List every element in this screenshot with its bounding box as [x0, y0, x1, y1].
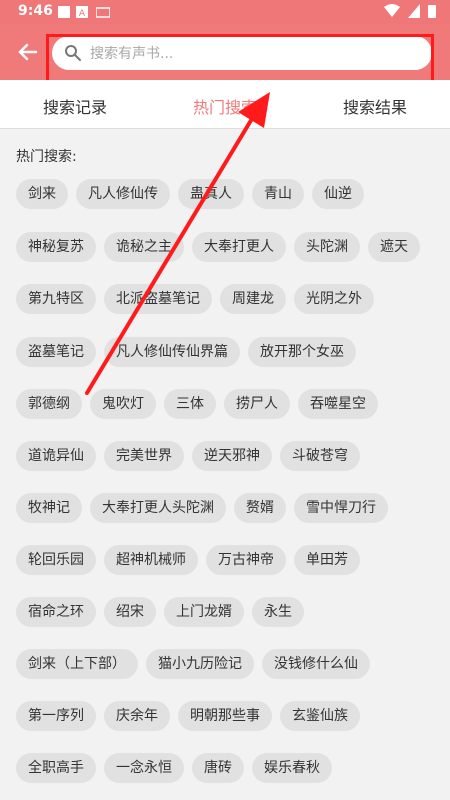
battery-icon [428, 5, 436, 18]
hot-search-chip[interactable]: 第九特区 [16, 284, 96, 314]
hot-search-chip[interactable]: 大奉打更人 [192, 232, 286, 262]
hot-search-chip[interactable]: 庆余年 [104, 701, 170, 731]
hot-search-chip[interactable]: 明朝那些事 [178, 701, 272, 731]
hot-search-chip[interactable]: 上门龙婿 [164, 597, 244, 627]
hot-search-chip[interactable]: 宿命之环 [16, 597, 96, 627]
hot-search-chip[interactable]: 逆天邪神 [192, 441, 272, 471]
hot-search-chip[interactable]: 没钱修什么仙 [262, 649, 370, 679]
hot-search-chip[interactable]: 青山 [252, 179, 304, 209]
tab-search-results[interactable]: 搜索结果 [343, 94, 407, 118]
hot-search-chip[interactable]: 三体 [164, 389, 216, 419]
hot-search-chip[interactable]: 万古神帝 [206, 545, 286, 575]
wifi-icon [384, 4, 400, 17]
status-time: 9:46 [18, 3, 53, 19]
hot-search-chip[interactable]: 单田芳 [294, 545, 360, 575]
hot-search-chip[interactable]: 盗墓笔记 [16, 337, 96, 367]
hot-search-chip[interactable]: 赘婿 [234, 493, 286, 523]
hot-search-chip[interactable]: 全职高手 [16, 753, 96, 783]
hot-search-chip[interactable]: 捞尸人 [224, 389, 290, 419]
hot-search-chip[interactable]: 绍宋 [104, 597, 156, 627]
hot-search-chip[interactable]: 道诡异仙 [16, 441, 96, 471]
signal-icon [408, 4, 420, 18]
hot-search-chip[interactable]: 唐砖 [192, 753, 244, 783]
hot-search-chip[interactable]: 一念永恒 [104, 753, 184, 783]
hot-search-chip[interactable]: 牧神记 [16, 493, 82, 523]
hot-search-chip[interactable]: 剑来（上下部） [16, 649, 138, 679]
hot-search-chip[interactable]: 神秘复苏 [16, 232, 96, 262]
hot-search-chip[interactable]: 放开那个女巫 [248, 337, 356, 367]
hot-search-chip[interactable]: 仙逆 [312, 179, 364, 209]
keyboard-icon [96, 7, 110, 18]
search-input[interactable] [88, 41, 412, 67]
text-app-icon: A [76, 6, 88, 18]
hot-search-chip[interactable]: 凡人修仙传仙界篇 [104, 337, 240, 367]
hot-search-chip[interactable]: 郭德纲 [16, 389, 82, 419]
hot-search-chip[interactable]: 斗破苍穹 [280, 441, 360, 471]
hot-search-chip[interactable]: 蛊真人 [178, 179, 244, 209]
search-box[interactable] [52, 36, 432, 70]
hot-search-chip[interactable]: 诡秘之主 [104, 232, 184, 262]
hot-search-chip[interactable]: 完美世界 [104, 441, 184, 471]
back-arrow-icon[interactable] [14, 38, 42, 66]
status-bar: 9:46 A [0, 0, 450, 24]
hot-search-chip[interactable]: 遮天 [368, 232, 420, 262]
hot-search-chip[interactable]: 头陀渊 [294, 232, 360, 262]
hot-search-chip[interactable]: 大奉打更人头陀渊 [90, 493, 226, 523]
hot-search-chip[interactable]: 娱乐春秋 [252, 753, 332, 783]
hot-search-title: 热门搜索: [16, 149, 77, 165]
tab-hot-search[interactable]: 热门搜索 [193, 94, 257, 118]
hot-search-chip[interactable]: 玄鉴仙族 [280, 701, 360, 731]
hot-search-chip[interactable]: 猫小九历险记 [146, 649, 254, 679]
search-icon [65, 45, 81, 61]
hot-search-chip[interactable]: 北派盗墓笔记 [104, 284, 212, 314]
search-toolbar [0, 24, 450, 80]
hot-search-chip[interactable]: 第一序列 [16, 701, 96, 731]
hot-search-chip[interactable]: 超神机械师 [104, 545, 198, 575]
hot-search-chip[interactable]: 永生 [252, 597, 304, 627]
hot-search-chip[interactable]: 鬼吹灯 [90, 389, 156, 419]
svg-text:A: A [79, 9, 86, 18]
tab-bar: 搜索记录 热门搜索 搜索结果 [0, 80, 450, 129]
hot-search-chip[interactable]: 轮回乐园 [16, 545, 96, 575]
notification-icon [58, 6, 70, 18]
hot-search-chip[interactable]: 凡人修仙传 [76, 179, 170, 209]
hot-search-chip[interactable]: 吞噬星空 [298, 389, 378, 419]
hot-search-chip[interactable]: 周建龙 [220, 284, 286, 314]
hot-search-chip[interactable]: 剑来 [16, 179, 68, 209]
hot-search-chip[interactable]: 光阴之外 [294, 284, 374, 314]
hot-search-chip[interactable]: 雪中悍刀行 [294, 493, 388, 523]
tab-search-history[interactable]: 搜索记录 [43, 94, 107, 118]
